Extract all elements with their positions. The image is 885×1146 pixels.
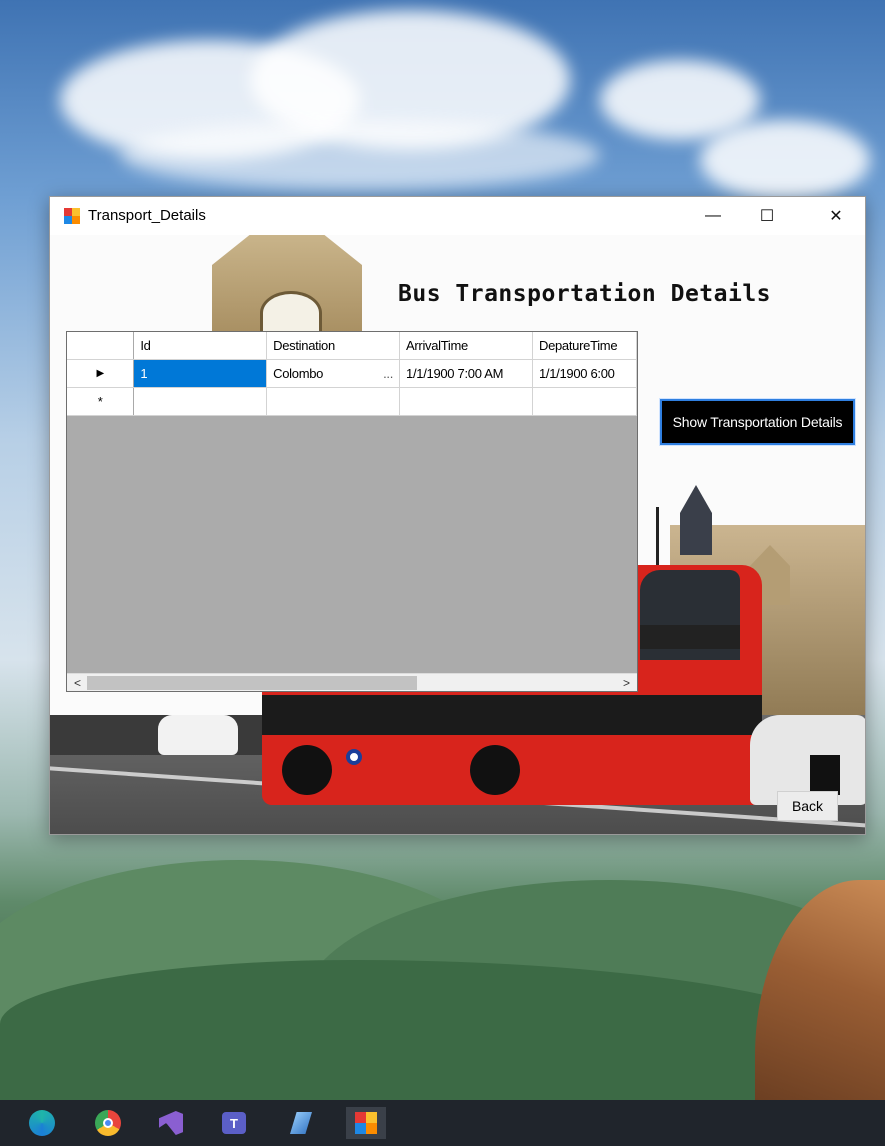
page-title: Bus Transportation Details	[398, 281, 772, 307]
grid-header-row: Id Destination ArrivalTime DepatureTime	[67, 332, 637, 360]
transport-app-icon[interactable]	[346, 1107, 386, 1139]
column-header-arrival-time[interactable]: ArrivalTime	[399, 332, 533, 360]
teams-icon[interactable]: T	[218, 1107, 250, 1139]
transport-details-window: Transport_Details — ☐ ✕ Bus Transportati…	[49, 196, 866, 835]
cell-arrival-time[interactable]: 1/1/1900 7:00 AM	[399, 359, 533, 388]
edge-icon[interactable]	[26, 1107, 58, 1139]
taskbar: T	[0, 1100, 885, 1146]
cell-ellipsis: ...	[383, 365, 394, 381]
cell-destination-text: Colombo	[273, 365, 324, 381]
scroll-left-icon[interactable]: <	[69, 675, 86, 691]
column-header-destination[interactable]: Destination	[266, 332, 401, 360]
scroll-right-icon[interactable]: >	[618, 675, 635, 691]
cell-destination[interactable]: Colombo ...	[266, 359, 401, 388]
close-button[interactable]: ✕	[813, 197, 859, 235]
grid-corner-header[interactable]	[67, 332, 135, 360]
form-client-area: Bus Transportation Details Id Destinatio…	[50, 235, 865, 834]
back-button[interactable]: Back	[777, 791, 838, 821]
new-cell-arrival-time[interactable]	[399, 387, 533, 416]
minimize-icon: —	[705, 207, 721, 224]
minimize-button[interactable]: —	[690, 197, 736, 235]
title-bar[interactable]: Transport_Details — ☐ ✕	[50, 197, 865, 235]
table-row[interactable]: ▶ 1 Colombo ... 1/1/1900 7:00 AM 1/1/190…	[67, 359, 637, 388]
grid-table: Id Destination ArrivalTime DepatureTime …	[67, 332, 637, 416]
current-row-indicator[interactable]: ▶	[67, 359, 135, 388]
new-cell-id[interactable]	[133, 387, 268, 416]
column-header-id[interactable]: Id	[133, 332, 268, 360]
new-cell-departure-time[interactable]	[532, 387, 637, 416]
show-transportation-details-button[interactable]: Show Transportation Details	[659, 398, 856, 446]
visual-studio-icon[interactable]	[155, 1107, 187, 1139]
new-row[interactable]: *	[67, 387, 637, 416]
new-cell-destination[interactable]	[266, 387, 401, 416]
app-icon	[64, 208, 80, 224]
maximize-icon: ☐	[759, 208, 775, 225]
new-row-indicator[interactable]: *	[67, 387, 135, 416]
cell-id[interactable]: 1	[133, 359, 268, 388]
horizontal-scrollbar[interactable]: < >	[67, 673, 637, 691]
transport-data-grid[interactable]: Id Destination ArrivalTime DepatureTime …	[66, 331, 638, 692]
close-icon: ✕	[829, 208, 843, 225]
scrollbar-thumb[interactable]	[87, 676, 417, 690]
cell-departure-time[interactable]: 1/1/1900 6:00	[532, 359, 637, 388]
column-header-departure-time[interactable]: DepatureTime	[532, 332, 637, 360]
app-icon-blue[interactable]	[285, 1107, 317, 1139]
maximize-button[interactable]: ☐	[744, 197, 790, 235]
chrome-icon[interactable]	[92, 1107, 124, 1139]
window-title: Transport_Details	[88, 207, 206, 224]
